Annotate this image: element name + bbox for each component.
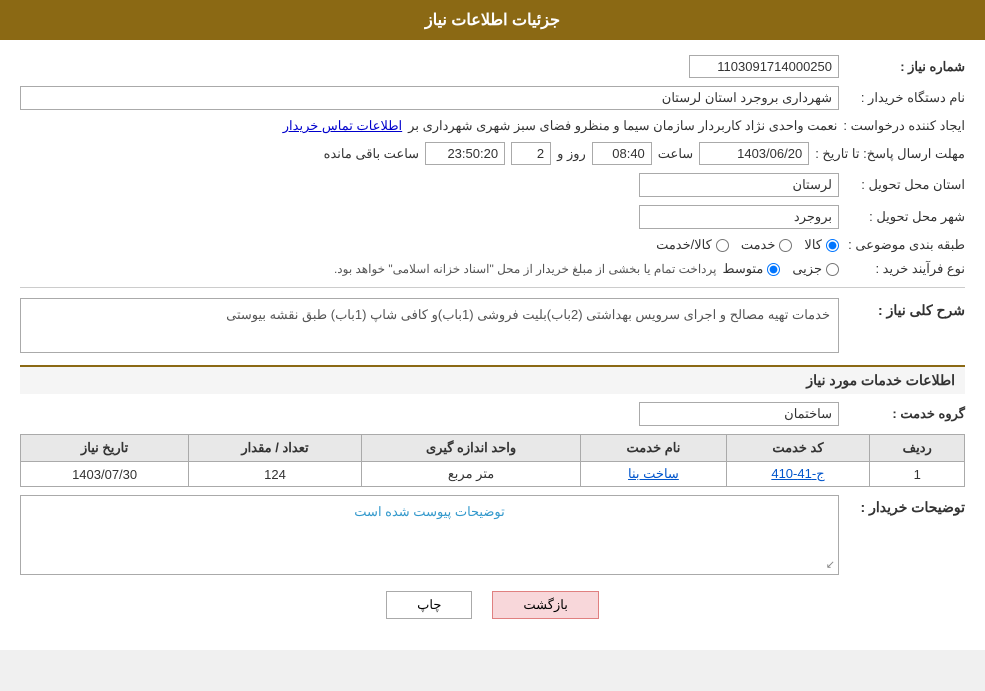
shomare-niaz-row: شماره نیاز : 1103091714000250 [20, 55, 965, 78]
noe-farayand-row: نوع فرآیند خرید : جزیی متوسط پرداخت تمام… [20, 261, 965, 277]
ostan-tahvil-row: استان محل تحویل : لرستان [20, 173, 965, 197]
shahr-tahvil-label: شهر محل تحویل : [845, 209, 965, 225]
farayand-note: پرداخت تمام یا بخشی از مبلغ خریدار از مح… [334, 262, 717, 276]
grouh-khadamat-row: گروه خدمت : ساختمان [20, 402, 965, 426]
radio-kala-khadamat-label: کالا/خدمت [656, 237, 712, 253]
sharh-niaz-row: شرح کلی نیاز : خدمات تهیه مصالح و اجرای … [20, 298, 965, 353]
cell-unit: متر مربع [361, 462, 581, 487]
baqi-label: ساعت باقی مانده [324, 146, 419, 162]
farayand-radio-group: جزیی متوسط [722, 261, 839, 277]
col-count: تعداد / مقدار [189, 435, 362, 462]
content-area: شماره نیاز : 1103091714000250 نام دستگاه… [0, 40, 985, 650]
cell-code[interactable]: ج-41-410 [726, 462, 870, 487]
radio-kala: کالا [804, 237, 839, 253]
radio-motavasset-input[interactable] [767, 263, 780, 276]
nam-dastgah-value: شهرداری بروجرد استان لرستان [20, 86, 839, 110]
saat-label: ساعت [658, 146, 693, 162]
tabaqe-bandi-row: طبقه بندی موضوعی : کالا خدمت کالا/خدمت [20, 237, 965, 253]
ijad-konande-link[interactable]: اطلاعات تماس خریدار [283, 118, 402, 134]
radio-jozi-input[interactable] [826, 263, 839, 276]
shahr-tahvil-value: بروجرد [639, 205, 839, 229]
cell-name[interactable]: ساخت بنا [581, 462, 726, 487]
col-code: کد خدمت [726, 435, 870, 462]
tosehat-box-wrapper: توضیحات پیوست شده است ↙ [20, 495, 839, 575]
nam-dastgah-row: نام دستگاه خریدار : شهرداری بروجرد استان… [20, 86, 965, 110]
shahr-tahvil-row: شهر محل تحویل : بروجرد [20, 205, 965, 229]
cell-count: 124 [189, 462, 362, 487]
mohlat-ersal-label: مهلت ارسال پاسخ: تا تاریخ : [815, 146, 965, 162]
radio-jozi: جزیی [792, 261, 839, 277]
cell-date: 1403/07/30 [21, 462, 189, 487]
col-unit: واحد اندازه گیری [361, 435, 581, 462]
roz-label: روز و [557, 146, 586, 162]
nam-dastgah-label: نام دستگاه خریدار : [845, 90, 965, 106]
tabaqe-radio-group: کالا خدمت کالا/خدمت [656, 237, 839, 253]
col-date: تاریخ نیاز [21, 435, 189, 462]
mohlat-days-value: 2 [511, 142, 551, 165]
sharh-niaz-label: شرح کلی نیاز : [845, 298, 965, 319]
radio-jozi-label: جزیی [792, 261, 822, 277]
back-button[interactable]: بازگشت [492, 591, 598, 619]
upload-corner-icon: ↙ [826, 558, 835, 571]
radio-motavasset-label: متوسط [722, 261, 763, 277]
mohlat-time-value: 08:40 [592, 142, 652, 165]
ijad-konande-label: ایجاد کننده درخواست : [843, 118, 965, 134]
ijad-konande-row: ایجاد کننده درخواست : نعمت واحدی نژاد کا… [20, 118, 965, 134]
header-title: جزئیات اطلاعات نیاز [425, 12, 560, 29]
noe-farayand-label: نوع فرآیند خرید : [845, 261, 965, 277]
tabaqe-bandi-label: طبقه بندی موضوعی : [845, 237, 965, 253]
radio-khadamat-label: خدمت [741, 237, 776, 253]
ostan-tahvil-label: استان محل تحویل : [845, 177, 965, 193]
separator-1 [20, 287, 965, 288]
grouh-khadamat-label: گروه خدمت : [845, 406, 965, 422]
cell-radif: 1 [870, 462, 965, 487]
tosehat-label: توضیحات خریدار : [845, 495, 965, 516]
table-header-row: ردیف کد خدمت نام خدمت واحد اندازه گیری ت… [21, 435, 965, 462]
service-section-header: اطلاعات خدمات مورد نیاز [20, 365, 965, 394]
ostan-tahvil-value: لرستان [639, 173, 839, 197]
mohlat-date-value: 1403/06/20 [699, 142, 809, 165]
grouh-khadamat-value: ساختمان [639, 402, 839, 426]
tosehat-row: توضیحات خریدار : توضیحات پیوست شده است ↙ [20, 495, 965, 575]
col-radif: ردیف [870, 435, 965, 462]
radio-motavasset: متوسط [722, 261, 780, 277]
table-row: 1 ج-41-410 ساخت بنا متر مربع 124 1403/07… [21, 462, 965, 487]
radio-khadamat: خدمت [741, 237, 793, 253]
tosehat-box: توضیحات پیوست شده است [20, 495, 839, 575]
buttons-row: بازگشت چاپ [20, 591, 965, 619]
radio-kala-input[interactable] [826, 239, 839, 252]
print-button[interactable]: چاپ [386, 591, 472, 619]
page-wrapper: جزئیات اطلاعات نیاز شماره نیاز : 1103091… [0, 0, 985, 650]
ijad-konande-value: نعمت واحدی نژاد کاربردار سازمان سیما و م… [408, 118, 837, 134]
shomare-niaz-label: شماره نیاز : [845, 59, 965, 75]
tosehat-note: توضیحات پیوست شده است [29, 504, 830, 520]
mohlat-ersal-row: مهلت ارسال پاسخ: تا تاریخ : 1403/06/20 س… [20, 142, 965, 165]
radio-khadamat-input[interactable] [779, 239, 792, 252]
col-name: نام خدمت [581, 435, 726, 462]
radio-kala-khadamat: کالا/خدمت [656, 237, 729, 253]
mohlat-remaining-value: 23:50:20 [425, 142, 505, 165]
services-table: ردیف کد خدمت نام خدمت واحد اندازه گیری ت… [20, 434, 965, 487]
header-bar: جزئیات اطلاعات نیاز [0, 0, 985, 40]
radio-kala-khadamat-input[interactable] [716, 239, 729, 252]
shomare-niaz-value: 1103091714000250 [689, 55, 839, 78]
sharh-niaz-value: خدمات تهیه مصالح و اجرای سرویس بهداشتی (… [20, 298, 839, 353]
radio-kala-label: کالا [804, 237, 822, 253]
